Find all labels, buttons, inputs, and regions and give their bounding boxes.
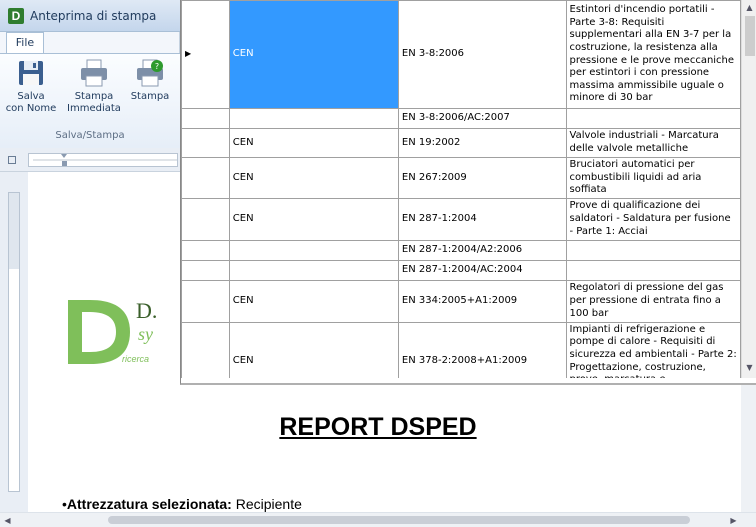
cell-description[interactable]: Regolatori di pressione del gas per pres… [565, 279, 741, 323]
save-as-button[interactable]: Salva con Nome [4, 58, 58, 115]
vertical-ruler[interactable] [8, 192, 20, 492]
selected-equipment-value: Recipiente [231, 496, 302, 512]
printer-settings-icon: ? [135, 58, 165, 88]
cell-description[interactable]: Prove di qualificazione dei saldatori - … [565, 197, 741, 241]
cell-standard-code[interactable]: EN 378-2:2008+A1:2009 [397, 321, 567, 378]
horizontal-scroll-thumb[interactable] [108, 516, 690, 524]
print-immediate-label: Stampa Immediata [67, 91, 121, 114]
logo-text: D. [136, 298, 157, 323]
cell-organization[interactable] [228, 259, 399, 281]
cell-description[interactable]: Bruciatori automatici per combustibili l… [565, 157, 741, 199]
window-title: Anteprima di stampa [30, 9, 157, 23]
cell-standard-code[interactable]: EN 287-1:2004/AC:2004 [397, 259, 567, 281]
app-logo-icon: D [8, 8, 24, 24]
row-header[interactable] [181, 128, 230, 158]
grid-scroll-thumb[interactable] [745, 16, 755, 56]
table-row[interactable]: CEN EN 287-1:2004 Prove di qualificazione … [181, 197, 741, 241]
row-header[interactable] [181, 259, 230, 281]
cell-description[interactable] [565, 108, 741, 129]
cell-standard-code[interactable]: EN 267:2009 [397, 157, 567, 199]
ribbon: File Salva con Nome Stampa Immediata ? S… [0, 32, 180, 148]
cell-description[interactable]: Estintori d'incendio portatili - Parte 3… [565, 0, 741, 109]
table-row[interactable]: EN 287-1:2004/A2:2006 [181, 239, 741, 261]
row-header[interactable] [181, 197, 230, 241]
grid-scroll-up-icon[interactable]: ▲ [742, 0, 756, 15]
document-vertical-scrollbar[interactable] [741, 385, 756, 512]
cell-description[interactable] [565, 239, 741, 261]
selected-equipment-label: Attrezzatura selezionata: [66, 496, 232, 512]
cell-organization[interactable] [228, 239, 399, 261]
scroll-left-icon[interactable]: ◀ [0, 513, 15, 527]
ribbon-group-label: Salva/Stampa [55, 130, 125, 141]
cell-organization[interactable]: CEN [228, 279, 399, 323]
row-header[interactable] [181, 279, 230, 323]
row-header[interactable] [181, 108, 230, 129]
row-header[interactable] [181, 239, 230, 261]
current-row-arrow-icon: ▶ [185, 49, 192, 59]
cell-standard-code[interactable]: EN 287-1:2004/A2:2006 [397, 239, 567, 261]
report-title: REPORT DSPED [279, 413, 477, 441]
logo-sub-text: sy [138, 324, 153, 344]
table-row[interactable]: CEN EN 19:2002 Valvole industriali - Marca… [181, 128, 741, 158]
cell-organization[interactable]: CEN [228, 128, 399, 158]
table-row[interactable]: EN 287-1:2004/AC:2004 [181, 259, 741, 281]
logo-tagline: ricerca [122, 354, 149, 364]
vertical-ruler-strip [0, 172, 28, 512]
print-button[interactable]: ? Stampa [128, 58, 172, 103]
grid-vertical-scrollbar[interactable]: ▲ ▼ [741, 0, 756, 378]
printer-icon [79, 58, 109, 88]
table-row[interactable]: EN 3-8:2006/AC:2007 [181, 108, 741, 129]
print-label: Stampa [130, 91, 170, 102]
standards-data-grid[interactable]: ▶ CEN EN 3-8:2006 Estintori d'incendio port… [180, 0, 756, 385]
cell-standard-code[interactable]: EN 3-8:2006/AC:2007 [397, 108, 567, 129]
floppy-disk-icon [16, 58, 46, 88]
grid-scroll-down-icon[interactable]: ▼ [742, 360, 756, 375]
cell-organization[interactable]: CEN [228, 157, 399, 199]
row-header[interactable]: ▶ [181, 0, 230, 109]
horizontal-ruler[interactable] [28, 153, 178, 167]
row-header[interactable] [181, 321, 230, 378]
document-horizontal-scrollbar[interactable]: ◀ ▶ [0, 512, 756, 527]
cell-organization[interactable] [228, 108, 399, 129]
svg-text:?: ? [155, 62, 159, 71]
cell-standard-code[interactable]: EN 19:2002 [397, 128, 567, 158]
save-as-label: Salva con Nome [5, 91, 57, 114]
selected-equipment-line: •Attrezzatura selezionata: Recipiente [62, 496, 302, 512]
scroll-right-icon[interactable]: ▶ [726, 513, 741, 527]
cell-description[interactable]: Impianti di refrigerazione e pompe di ca… [565, 321, 741, 378]
table-row[interactable]: CEN EN 267:2009 Bruciatori automatici per … [181, 157, 741, 199]
cell-organization[interactable]: CEN [228, 321, 399, 378]
cell-organization[interactable]: CEN [228, 197, 399, 241]
cell-description[interactable] [565, 259, 741, 281]
table-row[interactable]: ▶ CEN EN 3-8:2006 Estintori d'incendio port… [181, 0, 741, 109]
cell-description[interactable]: Valvole industriali - Marcatura delle va… [565, 128, 741, 158]
cell-organization[interactable]: CEN [228, 0, 399, 109]
cell-standard-code[interactable]: EN 3-8:2006 [397, 0, 567, 109]
ribbon-group-salva-stampa: Salva con Nome Stampa Immediata ? Stampa… [0, 53, 180, 148]
tab-file[interactable]: File [6, 32, 44, 54]
cell-standard-code[interactable]: EN 287-1:2004 [397, 197, 567, 241]
table-row[interactable]: CEN EN 378-2:2008+A1:2009 Impianti di refr… [181, 321, 741, 378]
table-row[interactable]: CEN EN 334:2005+A1:2009 Regolatori di pres… [181, 279, 741, 323]
row-header[interactable] [181, 157, 230, 199]
ruler-corner-icon [8, 156, 16, 164]
company-logo: D. sy ricerca [60, 296, 190, 368]
cell-standard-code[interactable]: EN 334:2005+A1:2009 [397, 279, 567, 323]
print-immediate-button[interactable]: Stampa Immediata [64, 58, 124, 115]
